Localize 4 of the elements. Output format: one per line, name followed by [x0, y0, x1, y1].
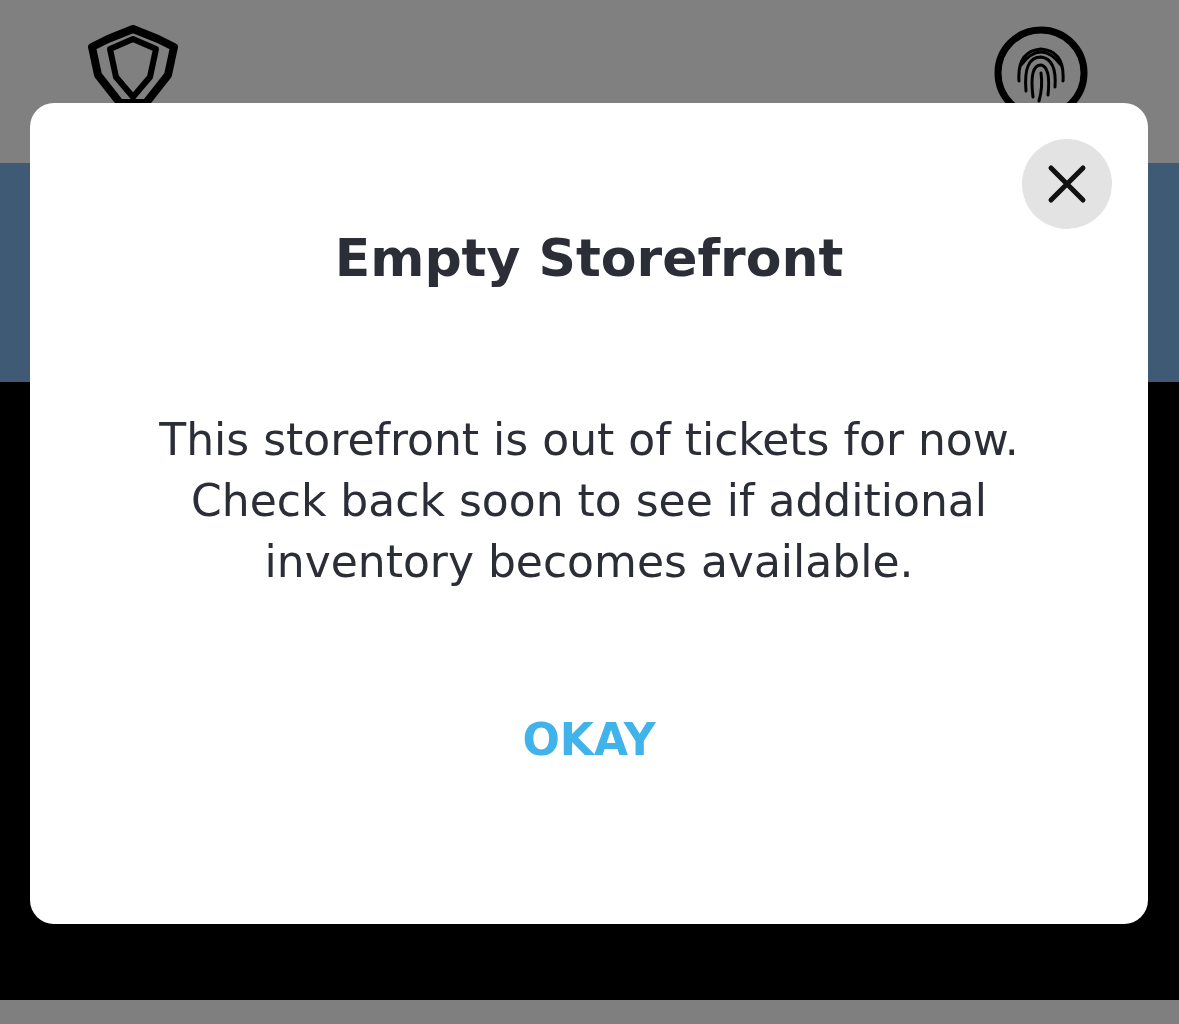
okay-button[interactable]: OKAY [512, 710, 666, 769]
dialog-message: This storefront is out of tickets for now. Check back soon to see if additional inventory becomes available. [158, 413, 1020, 589]
dialog-title: Empty Storefront [334, 227, 844, 290]
close-icon [1047, 164, 1087, 204]
